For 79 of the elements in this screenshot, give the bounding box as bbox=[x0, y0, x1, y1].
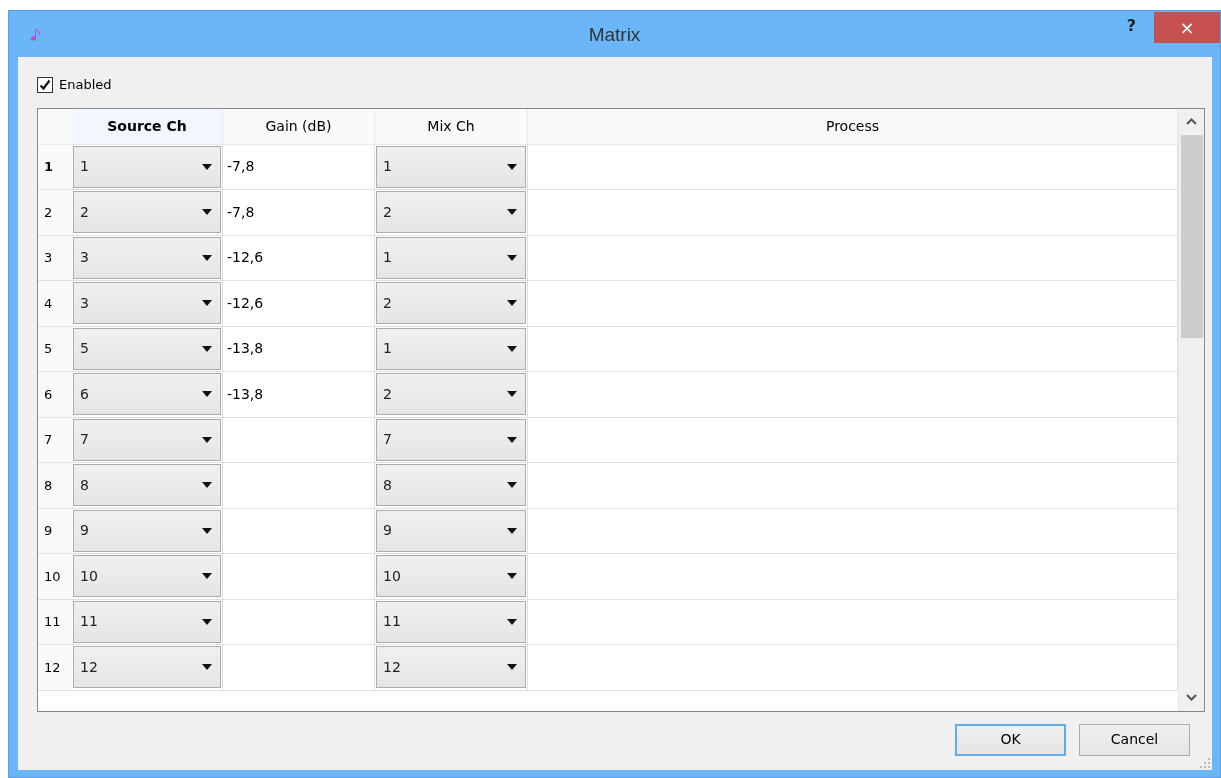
dropdown[interactable]: 1 bbox=[376, 236, 526, 279]
caret-icon bbox=[202, 573, 212, 580]
caret-icon bbox=[202, 618, 212, 625]
row-header[interactable]: 7 bbox=[38, 417, 72, 462]
dropdown[interactable]: 7 bbox=[376, 418, 526, 461]
help-button[interactable]: ? bbox=[1120, 14, 1142, 38]
row-header[interactable]: 11 bbox=[38, 599, 72, 644]
close-button[interactable]: × bbox=[1154, 12, 1220, 43]
dropdown[interactable]: 12 bbox=[73, 646, 221, 689]
dropdown[interactable]: 9 bbox=[376, 509, 526, 552]
caret-icon bbox=[507, 482, 517, 489]
caret-icon bbox=[507, 163, 517, 170]
row-header[interactable]: 10 bbox=[38, 554, 72, 599]
column-header[interactable]: Mix Ch bbox=[375, 108, 528, 144]
table-cell-text: -12,6 bbox=[227, 293, 264, 313]
checkbox-label: Enabled bbox=[59, 76, 112, 94]
row-header[interactable]: 5 bbox=[38, 326, 72, 371]
caret-icon bbox=[202, 391, 212, 398]
table-cell-text: -7,8 bbox=[227, 157, 255, 177]
row-header[interactable]: 6 bbox=[38, 372, 72, 417]
caret-icon bbox=[507, 391, 517, 398]
caret-icon bbox=[202, 482, 212, 489]
dropdown[interactable]: 6 bbox=[73, 373, 221, 416]
dropdown[interactable]: 7 bbox=[73, 418, 221, 461]
dropdown[interactable]: 8 bbox=[73, 464, 221, 507]
caret-icon bbox=[507, 209, 517, 216]
table-cell-text: -13,8 bbox=[227, 384, 264, 404]
caret-icon bbox=[507, 573, 517, 580]
row-header[interactable]: 9 bbox=[38, 508, 72, 553]
dialog-button[interactable]: OK bbox=[955, 723, 1066, 756]
table-cell-text: -7,8 bbox=[227, 202, 255, 222]
dropdown[interactable]: 2 bbox=[73, 191, 221, 234]
row-header[interactable]: 8 bbox=[38, 463, 72, 508]
caret-icon bbox=[202, 527, 212, 534]
dropdown[interactable]: 2 bbox=[376, 191, 526, 234]
caret-icon bbox=[202, 163, 212, 170]
dropdown[interactable]: 10 bbox=[73, 555, 221, 598]
caret-icon bbox=[202, 436, 212, 443]
resize-grip-icon[interactable] bbox=[1200, 758, 1210, 768]
caret-icon bbox=[507, 345, 517, 352]
caret-icon bbox=[202, 254, 212, 261]
table-cell-text: -12,6 bbox=[227, 248, 264, 268]
dropdown[interactable]: 2 bbox=[376, 373, 526, 416]
column-header[interactable]: Source Ch bbox=[72, 108, 223, 144]
column-header[interactable]: Gain (dB) bbox=[223, 108, 375, 144]
caret-icon bbox=[507, 527, 517, 534]
caret-icon bbox=[202, 209, 212, 216]
dropdown[interactable]: 3 bbox=[73, 282, 221, 325]
row-header[interactable]: 3 bbox=[38, 235, 72, 280]
caret-icon bbox=[202, 664, 212, 671]
table-cell-text: -13,8 bbox=[227, 339, 264, 359]
dropdown[interactable]: 10 bbox=[376, 555, 526, 598]
caret-icon bbox=[507, 254, 517, 261]
row-header[interactable]: 4 bbox=[38, 281, 72, 326]
enabled-checkbox[interactable] bbox=[37, 76, 53, 93]
scrollbar-thumb[interactable] bbox=[1180, 134, 1203, 338]
dropdown[interactable]: 8 bbox=[376, 464, 526, 507]
caret-icon bbox=[507, 436, 517, 443]
scrollbar[interactable] bbox=[1178, 108, 1204, 711]
dropdown[interactable]: 9 bbox=[73, 509, 221, 552]
dropdown[interactable]: 11 bbox=[73, 600, 221, 643]
dialog-button[interactable]: Cancel bbox=[1079, 723, 1190, 756]
row-header[interactable]: 1 bbox=[38, 144, 72, 189]
row-header[interactable]: 12 bbox=[38, 645, 72, 690]
dropdown[interactable]: 5 bbox=[73, 327, 221, 370]
dropdown[interactable]: 11 bbox=[376, 600, 526, 643]
dropdown[interactable]: 3 bbox=[73, 236, 221, 279]
dropdown[interactable]: 1 bbox=[376, 327, 526, 370]
dropdown[interactable]: 12 bbox=[376, 646, 526, 689]
window-title: Matrix bbox=[588, 23, 641, 47]
caret-icon bbox=[507, 300, 517, 307]
caret-icon bbox=[507, 618, 517, 625]
caret-icon bbox=[202, 300, 212, 307]
caret-icon bbox=[507, 664, 517, 671]
dropdown[interactable]: 1 bbox=[73, 145, 221, 188]
dropdown[interactable]: 1 bbox=[376, 145, 526, 188]
row-header[interactable]: 2 bbox=[38, 190, 72, 235]
caret-icon bbox=[202, 345, 212, 352]
dropdown[interactable]: 2 bbox=[376, 282, 526, 325]
